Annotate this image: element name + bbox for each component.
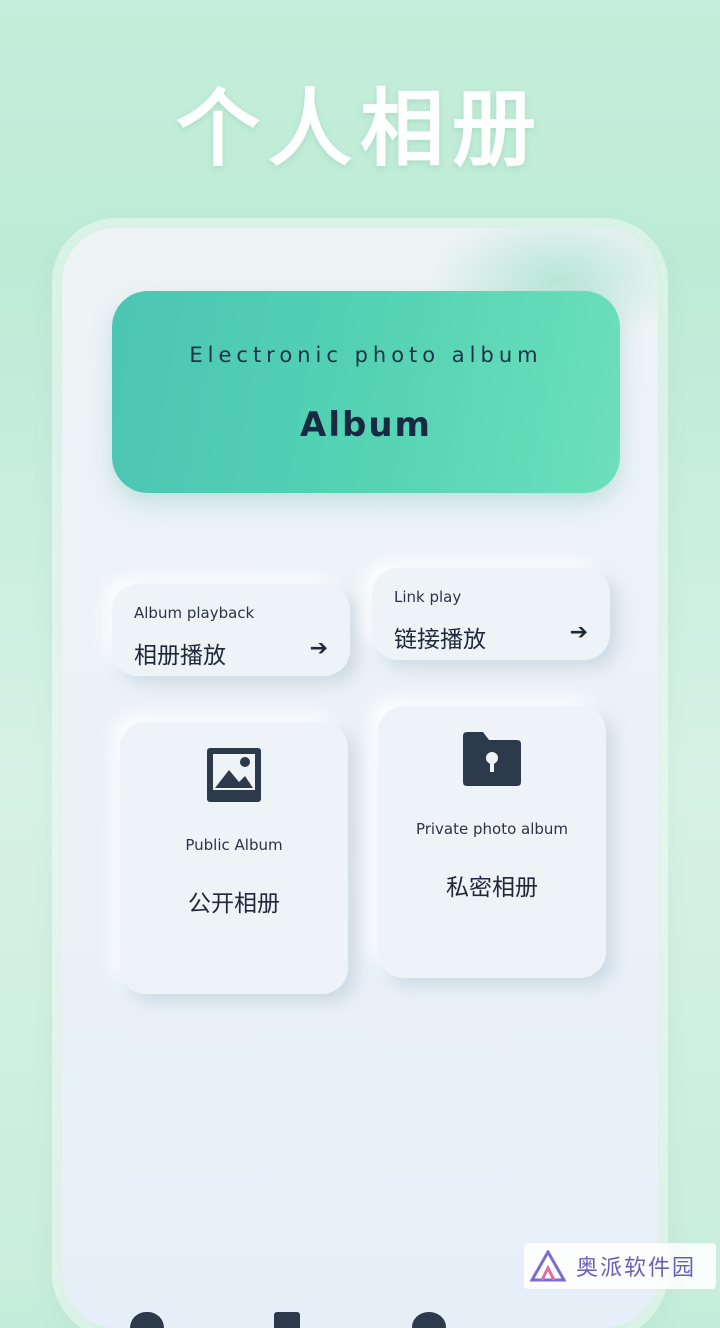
album-playback-button[interactable]: Album playback 相册播放 ➔ xyxy=(112,584,350,676)
link-play-en-label: Link play xyxy=(394,588,462,606)
link-play-cn-label: 链接播放 xyxy=(394,627,486,653)
album-playback-cn-label: 相册播放 xyxy=(134,643,226,669)
home-icon[interactable] xyxy=(130,1312,164,1328)
public-album-cn-label: 公开相册 xyxy=(188,891,280,917)
link-play-button[interactable]: Link play 链接播放 ➔ xyxy=(372,568,610,660)
profile-icon[interactable] xyxy=(412,1312,446,1328)
watermark: 奥派软件园 xyxy=(524,1243,716,1289)
private-album-cn-label: 私密相册 xyxy=(446,875,538,901)
album-playback-en-label: Album playback xyxy=(134,604,255,622)
banner-subtitle: Electronic photo album xyxy=(189,343,543,367)
phone-frame: Electronic photo album Album Album playb… xyxy=(62,228,658,1328)
watermark-logo xyxy=(530,1250,566,1282)
banner-title: Album xyxy=(300,405,432,445)
image-icon xyxy=(207,748,261,802)
private-album-card[interactable]: Private photo album 私密相册 xyxy=(378,706,606,978)
locked-folder-icon xyxy=(463,732,521,786)
public-album-card[interactable]: Public Album 公开相册 xyxy=(120,722,348,994)
arrow-right-icon: ➔ xyxy=(309,636,328,661)
hero-title: 个人相册 xyxy=(175,80,544,178)
album-banner[interactable]: Electronic photo album Album xyxy=(112,291,620,493)
album-icon[interactable] xyxy=(274,1312,300,1328)
arrow-right-icon: ➔ xyxy=(569,620,588,645)
watermark-text: 奥派软件园 xyxy=(576,1256,697,1281)
public-album-en-label: Public Album xyxy=(185,836,283,854)
private-album-en-label: Private photo album xyxy=(415,820,569,838)
